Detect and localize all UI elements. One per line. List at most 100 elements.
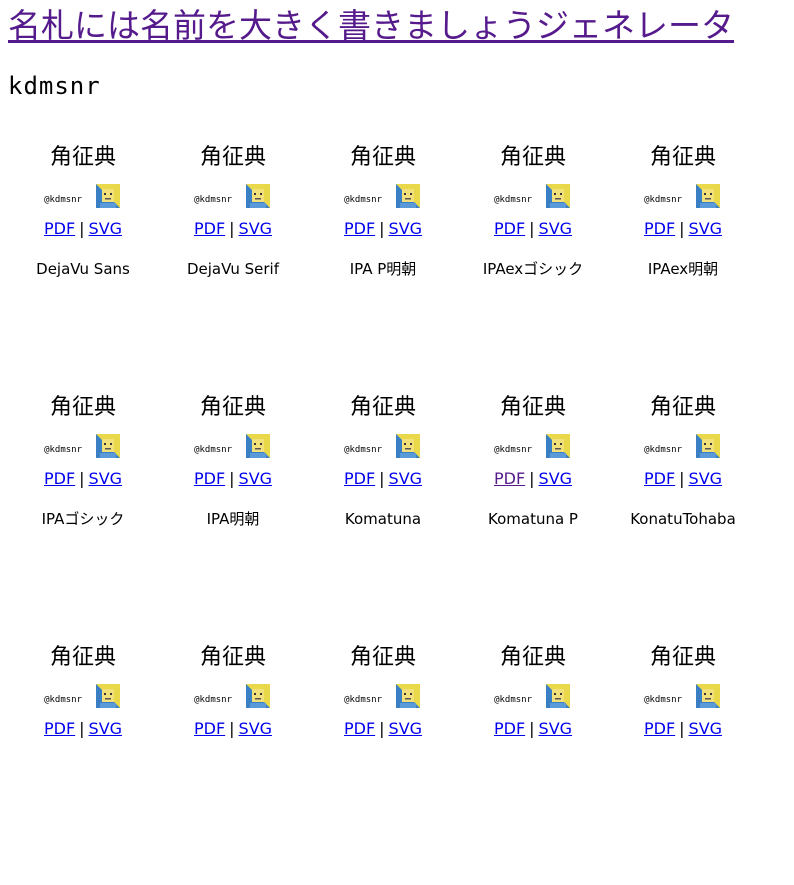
nameplate-kanji: 角征典	[499, 145, 566, 170]
font-card: 角征典 @kdmsnr PDF | SVG IPAexゴシック	[458, 135, 608, 385]
user-avatar-icon	[696, 684, 720, 708]
pdf-link[interactable]: PDF	[344, 219, 375, 238]
svg-link[interactable]: SVG	[689, 219, 723, 238]
font-name-label: IPAex明朝	[647, 260, 719, 278]
nameplate-handle-row: @kdmsnr	[608, 182, 758, 210]
font-name-label: KonatuTohaba	[630, 510, 736, 528]
nameplate-handle: @kdmsnr	[194, 445, 232, 455]
pdf-link[interactable]: PDF	[644, 469, 675, 488]
link-separator: |	[79, 719, 85, 738]
nameplate-handle-row: @kdmsnr	[158, 182, 308, 210]
svg-link[interactable]: SVG	[389, 719, 423, 738]
download-links: PDF | SVG	[458, 219, 608, 239]
link-separator: |	[529, 469, 535, 488]
font-name-label: IPAゴシック	[41, 510, 125, 528]
download-links: PDF | SVG	[608, 469, 758, 489]
link-separator: |	[679, 719, 685, 738]
svg-link[interactable]: SVG	[89, 219, 123, 238]
download-links: PDF | SVG	[458, 469, 608, 489]
nameplate-preview: 角征典 @kdmsnr	[608, 385, 758, 465]
nameplate-kanji: 角征典	[499, 395, 566, 420]
font-card: 角征典 @kdmsnr PDF | SVG DejaVu Sans	[8, 135, 158, 385]
font-card: 角征典 @kdmsnr PDF | SVG Komatuna	[308, 385, 458, 635]
pdf-link[interactable]: PDF	[194, 219, 225, 238]
nameplate-handle: @kdmsnr	[44, 695, 82, 705]
download-links: PDF | SVG	[158, 719, 308, 739]
svg-link[interactable]: SVG	[89, 719, 123, 738]
nameplate-handle-row: @kdmsnr	[608, 682, 758, 710]
font-name-label: Komatuna P	[488, 510, 578, 528]
nameplate-handle-row: @kdmsnr	[458, 682, 608, 710]
user-name-heading: kdmsnr	[8, 72, 101, 100]
nameplate-kanji: 角征典	[349, 645, 416, 670]
pdf-link[interactable]: PDF	[44, 719, 75, 738]
pdf-link[interactable]: PDF	[194, 469, 225, 488]
user-avatar-icon	[396, 184, 420, 208]
svg-link[interactable]: SVG	[539, 719, 573, 738]
nameplate-handle-row: @kdmsnr	[158, 432, 308, 460]
user-avatar-icon	[696, 184, 720, 208]
font-card: 角征典 @kdmsnr PDF | SVG	[608, 635, 758, 885]
svg-link[interactable]: SVG	[239, 719, 273, 738]
link-separator: |	[529, 719, 535, 738]
nameplate-handle: @kdmsnr	[44, 195, 82, 205]
nameplate-kanji: 角征典	[199, 395, 266, 420]
nameplate-handle: @kdmsnr	[644, 195, 682, 205]
download-links: PDF | SVG	[308, 469, 458, 489]
nameplate-preview: 角征典 @kdmsnr	[308, 385, 458, 465]
nameplate-kanji: 角征典	[649, 395, 716, 420]
nameplate-handle-row: @kdmsnr	[308, 182, 458, 210]
pdf-link[interactable]: PDF	[194, 719, 225, 738]
download-links: PDF | SVG	[608, 719, 758, 739]
download-links: PDF | SVG	[308, 219, 458, 239]
user-avatar-icon	[246, 184, 270, 208]
svg-link[interactable]: SVG	[389, 219, 423, 238]
nameplate-preview: 角征典 @kdmsnr	[608, 635, 758, 715]
nameplate-handle: @kdmsnr	[494, 695, 532, 705]
nameplate-handle: @kdmsnr	[44, 445, 82, 455]
pdf-link[interactable]: PDF	[344, 719, 375, 738]
link-separator: |	[529, 219, 535, 238]
link-separator: |	[229, 219, 235, 238]
nameplate-handle-row: @kdmsnr	[608, 432, 758, 460]
pdf-link[interactable]: PDF	[644, 219, 675, 238]
pdf-link[interactable]: PDF	[44, 469, 75, 488]
svg-link[interactable]: SVG	[539, 469, 573, 488]
nameplate-preview: 角征典 @kdmsnr	[458, 385, 608, 465]
pdf-link[interactable]: PDF	[494, 719, 525, 738]
page-title-link[interactable]: 名札には名前を大きく書きましょうジェネレータ	[8, 6, 734, 45]
svg-link[interactable]: SVG	[89, 469, 123, 488]
download-links: PDF | SVG	[8, 469, 158, 489]
user-avatar-icon	[96, 684, 120, 708]
nameplate-kanji: 角征典	[199, 645, 266, 670]
svg-link[interactable]: SVG	[689, 469, 723, 488]
svg-link[interactable]: SVG	[539, 219, 573, 238]
nameplate-kanji: 角征典	[649, 145, 716, 170]
pdf-link[interactable]: PDF	[44, 219, 75, 238]
download-links: PDF | SVG	[608, 219, 758, 239]
nameplate-handle-row: @kdmsnr	[308, 432, 458, 460]
pdf-link[interactable]: PDF	[494, 219, 525, 238]
pdf-link[interactable]: PDF	[644, 719, 675, 738]
font-name-label: DejaVu Sans	[36, 260, 130, 278]
link-separator: |	[79, 219, 85, 238]
user-avatar-icon	[96, 434, 120, 458]
nameplate-kanji: 角征典	[199, 145, 266, 170]
svg-link[interactable]: SVG	[689, 719, 723, 738]
font-card: 角征典 @kdmsnr PDF | SVG Komatuna P	[458, 385, 608, 635]
svg-link[interactable]: SVG	[389, 469, 423, 488]
download-links: PDF | SVG	[158, 219, 308, 239]
nameplate-handle-row: @kdmsnr	[8, 182, 158, 210]
user-avatar-icon	[246, 684, 270, 708]
download-links: PDF | SVG	[8, 719, 158, 739]
nameplate-preview: 角征典 @kdmsnr	[608, 135, 758, 215]
nameplate-kanji: 角征典	[349, 145, 416, 170]
nameplate-handle-row: @kdmsnr	[308, 682, 458, 710]
pdf-link[interactable]: PDF	[494, 469, 525, 488]
pdf-link[interactable]: PDF	[344, 469, 375, 488]
svg-link[interactable]: SVG	[239, 219, 273, 238]
nameplate-handle-row: @kdmsnr	[8, 432, 158, 460]
nameplate-handle: @kdmsnr	[344, 195, 382, 205]
nameplate-handle: @kdmsnr	[344, 445, 382, 455]
svg-link[interactable]: SVG	[239, 469, 273, 488]
